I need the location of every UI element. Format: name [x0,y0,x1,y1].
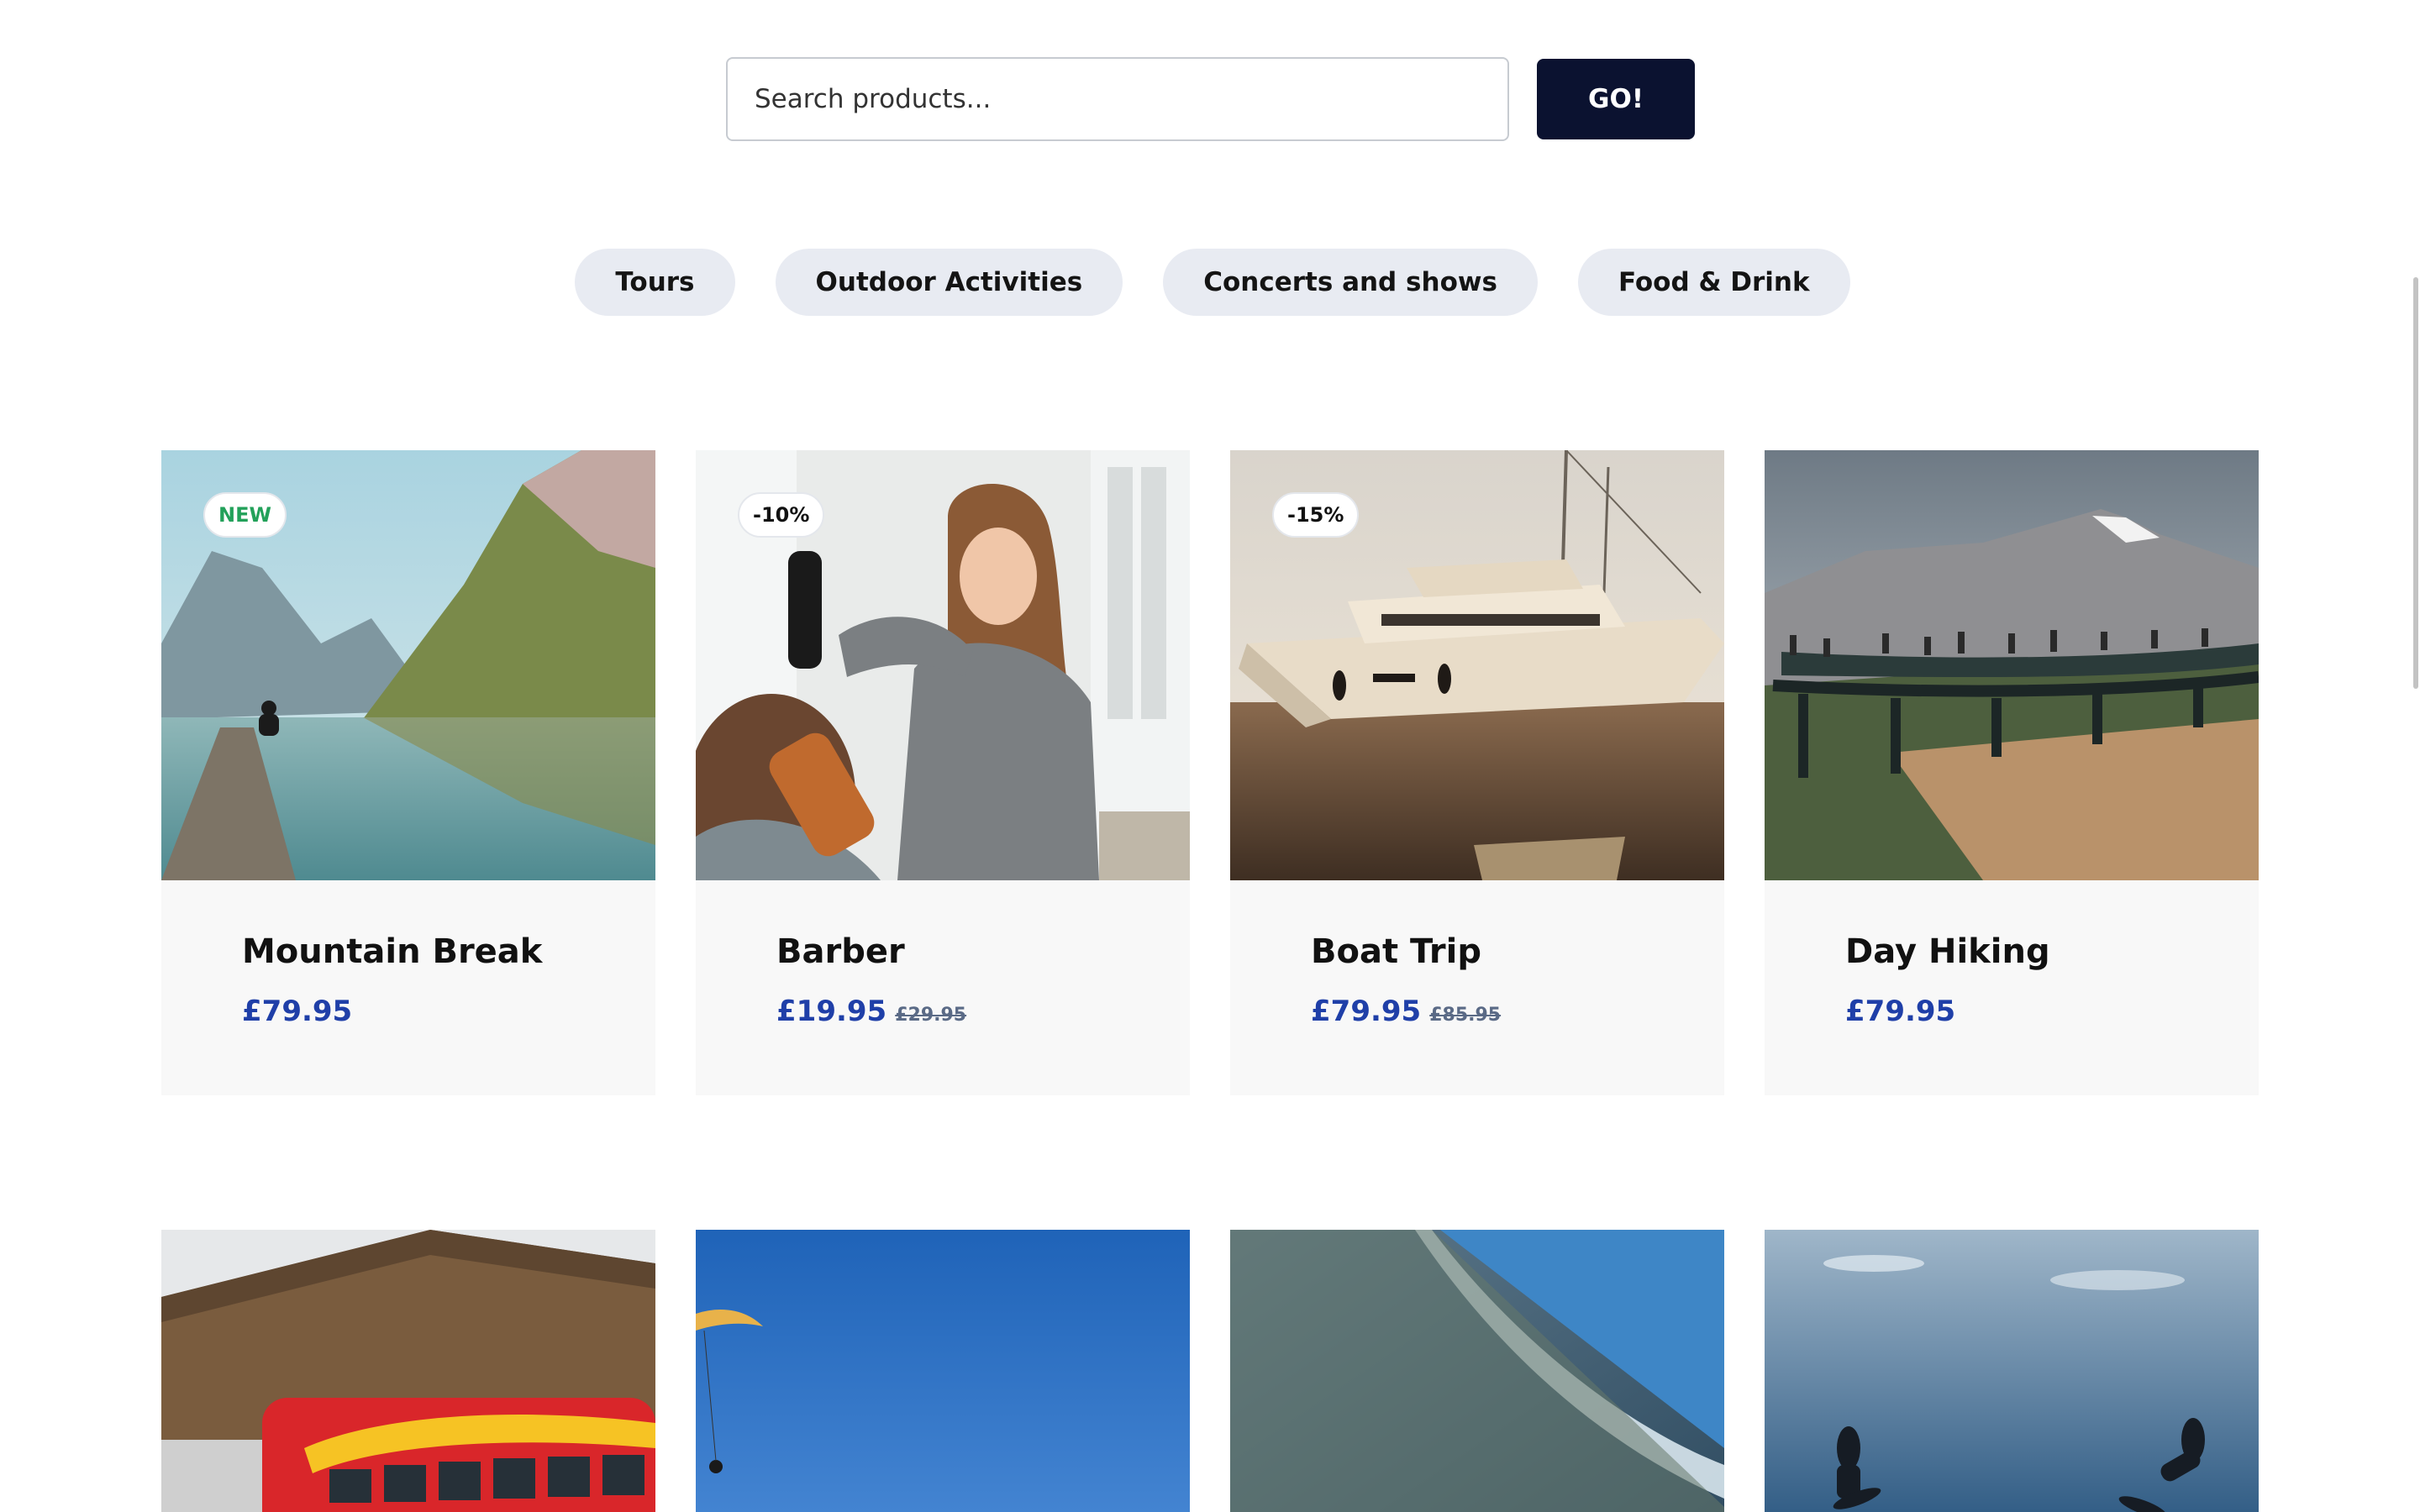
price-row: £79.95 £85.95 [1311,995,1724,1028]
category-filters: Tours Outdoor Activities Concerts and sh… [0,249,2420,316]
aerial-earth-image [1230,1230,1724,1512]
discount-badge: -10% [738,492,825,538]
product-info: Mountain Break £79.95 [161,880,655,1095]
product-price: £79.95 [1311,995,1422,1028]
product-card-bus-tour[interactable] [161,1230,655,1512]
discount-badge: -15% [1272,492,1360,538]
product-card-scuba-diving[interactable] [1765,1230,2259,1512]
product-image[interactable]: -10% [696,450,1190,880]
city-bus-image [161,1230,655,1512]
product-price: £19.95 [776,995,887,1028]
scuba-divers-image [1765,1230,2259,1512]
product-card-boat-trip[interactable]: -15% Boat Trip £79.95 £85.95 [1230,450,1724,1095]
product-title[interactable]: Day Hiking [1845,932,2259,971]
product-card-barber[interactable]: -10% Barber £19.95 £29.95 [696,450,1190,1095]
product-old-price: £29.95 [895,1005,967,1026]
price-row: £79.95 [242,995,655,1028]
scrollbar[interactable] [2410,0,2420,1512]
glacier-skywalk-image [1765,450,2259,880]
category-food-and-drink[interactable]: Food & Drink [1577,249,1850,316]
paraglider-sky-image [696,1230,1190,1512]
product-card-paragliding[interactable] [696,1230,1190,1512]
search-bar: GO! [726,57,1695,141]
product-title[interactable]: Barber [776,932,1190,971]
product-card-day-hiking[interactable]: Day Hiking £79.95 [1765,450,2259,1095]
product-title[interactable]: Boat Trip [1311,932,1724,971]
price-row: £79.95 [1845,995,2259,1028]
product-info: Day Hiking £79.95 [1765,880,2259,1095]
category-tours[interactable]: Tours [575,249,735,316]
product-image[interactable] [696,1230,1190,1512]
product-card-mountain-break[interactable]: NEW Mountain Break £79.95 [161,450,655,1095]
price-row: £19.95 £29.95 [776,995,1190,1028]
product-card-skydiving[interactable] [1230,1230,1724,1512]
product-price: £79.95 [1845,995,1956,1028]
go-button[interactable]: GO! [1537,59,1695,139]
product-image[interactable]: NEW [161,450,655,880]
product-info: Boat Trip £79.95 £85.95 [1230,880,1724,1095]
product-image[interactable] [161,1230,655,1512]
new-badge: NEW [203,492,287,538]
product-image[interactable] [1765,1230,2259,1512]
search-input[interactable] [726,57,1509,141]
scrollbar-thumb[interactable] [2413,277,2418,689]
product-price: £79.95 [242,995,353,1028]
product-image[interactable] [1230,1230,1724,1512]
product-old-price: £85.95 [1429,1005,1502,1026]
category-outdoor-activities[interactable]: Outdoor Activities [775,249,1123,316]
product-image[interactable] [1765,450,2259,880]
product-title[interactable]: Mountain Break [242,932,655,971]
product-image[interactable]: -15% [1230,450,1724,880]
category-concerts-and-shows[interactable]: Concerts and shows [1163,249,1538,316]
product-info: Barber £19.95 £29.95 [696,880,1190,1095]
